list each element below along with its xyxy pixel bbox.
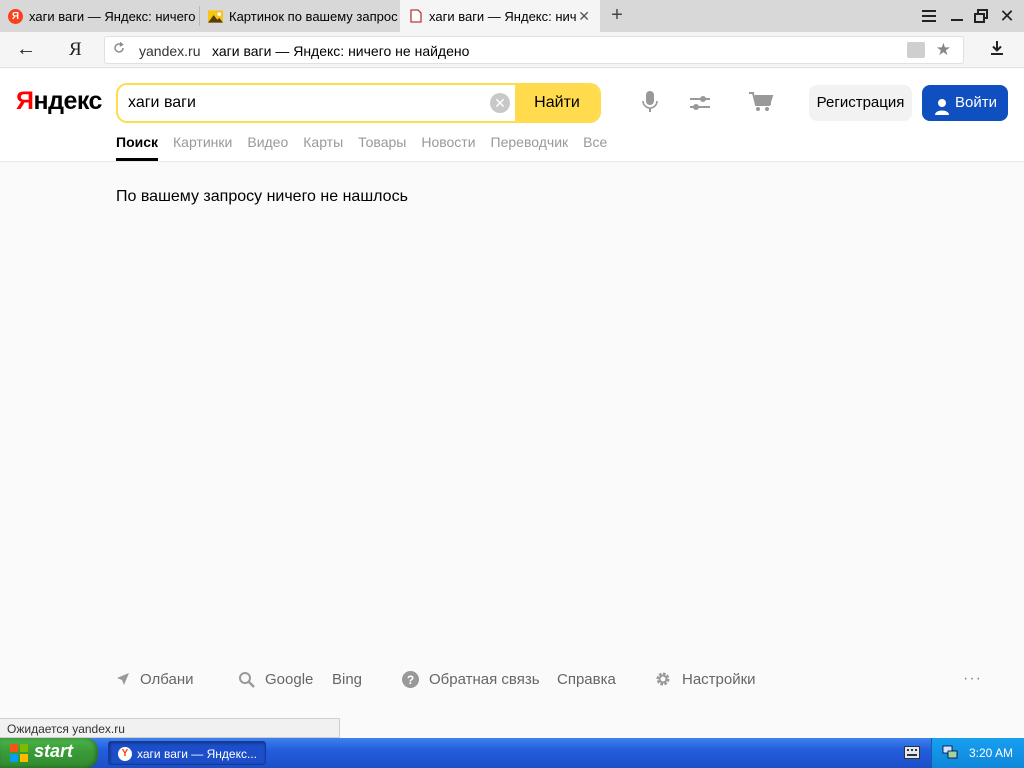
search-button[interactable]: Найти: [515, 85, 599, 121]
bookmark-star-icon[interactable]: ★: [936, 40, 951, 60]
nav-item-news[interactable]: Новости: [421, 132, 475, 161]
nav-item-products[interactable]: Товары: [358, 132, 406, 161]
new-tab-button[interactable]: +: [606, 4, 628, 26]
windows-logo-icon: [10, 744, 28, 762]
footer-help-link[interactable]: Справка: [557, 668, 616, 690]
taskbar-item-label: хаги ваги — Яндекс...: [137, 747, 257, 761]
yandex-icon: Я: [8, 8, 23, 24]
clock: 3:20 AM: [969, 746, 1014, 760]
search-icon: [239, 671, 255, 688]
close-window-icon[interactable]: ✕: [998, 7, 1016, 25]
user-icon: [934, 94, 950, 115]
footer-google-link[interactable]: Google: [238, 668, 313, 690]
footer-google-label: Google: [265, 670, 314, 688]
tab-images[interactable]: Картинок по вашему запрос: [200, 0, 398, 32]
footer: Олбани Google Bing ? Обратная связь Спра…: [116, 668, 996, 690]
search-form: ✕ Найти: [116, 83, 601, 123]
nav-item-images[interactable]: Картинки: [173, 132, 232, 161]
start-label: start: [34, 741, 74, 761]
microphone-icon[interactable]: [642, 91, 658, 113]
tab-active-search[interactable]: хаги ваги — Яндекс: нич ✕: [400, 0, 600, 32]
login-button[interactable]: Войти: [922, 85, 1008, 121]
svg-text:?: ?: [407, 673, 414, 687]
close-tab-icon[interactable]: ✕: [578, 8, 590, 25]
address-toolbar: ← Я yandex.ru хаги ваги — Яндекс: ничего…: [0, 32, 1024, 68]
page-content: Яндекс ✕ Найти Регистрация Войти Поиск К…: [0, 69, 1024, 718]
image-icon: [208, 9, 223, 24]
start-button[interactable]: start: [0, 738, 98, 768]
address-page-title: хаги ваги — Яндекс: ничего не найдено: [212, 43, 470, 59]
system-tray: 3:20 AM: [931, 738, 1024, 768]
gear-icon: [656, 672, 670, 686]
keyboard-icon[interactable]: [904, 746, 920, 759]
register-button[interactable]: Регистрация: [809, 85, 912, 121]
restore-icon[interactable]: [972, 7, 990, 25]
page-loading-icon: [408, 9, 423, 24]
clear-search-icon[interactable]: ✕: [490, 93, 510, 113]
back-arrow-icon[interactable]: ←: [16, 38, 36, 61]
yandex-home-icon[interactable]: Я: [69, 39, 82, 61]
tab-yandex-search[interactable]: Я хаги ваги — Яндекс: ничего: [0, 0, 198, 32]
search-nav: Поиск Картинки Видео Карты Товары Новост…: [116, 132, 622, 162]
browser-menu-icon[interactable]: [920, 7, 938, 25]
footer-feedback-link[interactable]: ? Обратная связь: [402, 668, 540, 690]
minimize-icon[interactable]: [948, 7, 966, 25]
location-arrow-icon: [117, 673, 129, 685]
yandex-logo[interactable]: Яндекс: [16, 87, 102, 116]
tab-title: Картинок по вашему запрос: [229, 8, 398, 24]
search-input[interactable]: [128, 91, 488, 115]
footer-settings-link[interactable]: Настройки: [654, 668, 756, 690]
search-settings-icon[interactable]: [688, 93, 712, 113]
footer-settings-label: Настройки: [682, 670, 756, 688]
nav-item-translator[interactable]: Переводчик: [491, 132, 569, 161]
footer-help-label: Справка: [557, 670, 616, 688]
footer-bing-link[interactable]: Bing: [332, 668, 362, 690]
footer-region-label: Олбани: [140, 670, 194, 688]
nav-item-video[interactable]: Видео: [247, 132, 288, 161]
footer-feedback-label: Обратная связь: [429, 670, 540, 688]
download-icon[interactable]: [990, 40, 1004, 61]
footer-bing-label: Bing: [332, 670, 363, 688]
status-bar: Ожидается yandex.ru: [0, 718, 340, 738]
nav-item-all[interactable]: Все: [583, 132, 607, 161]
tab-title: хаги ваги — Яндекс: ничего: [29, 8, 196, 24]
address-domain: yandex.ru: [139, 43, 201, 59]
reload-icon[interactable]: [113, 41, 125, 57]
yandex-browser-icon: Y: [118, 747, 132, 761]
address-bar[interactable]: yandex.ru хаги ваги — Яндекс: ничего не …: [104, 36, 964, 64]
nav-item-maps[interactable]: Карты: [303, 132, 343, 161]
footer-region-link[interactable]: Олбани: [116, 668, 194, 690]
windows-taskbar: start Y хаги ваги — Яндекс... 3:20 AM: [0, 738, 1024, 768]
network-icon[interactable]: [942, 745, 958, 760]
more-dots-icon[interactable]: ···: [963, 670, 982, 688]
cart-icon[interactable]: [748, 91, 774, 113]
tab-title: хаги ваги — Яндекс: нич: [429, 8, 577, 24]
taskbar-item-yandex[interactable]: Y хаги ваги — Яндекс...: [108, 741, 266, 765]
tab-strip: Я хаги ваги — Яндекс: ничего Картинок по…: [0, 0, 1024, 32]
reader-mode-icon[interactable]: [907, 42, 925, 58]
help-circle-icon: ?: [402, 670, 419, 688]
login-label: Войти: [955, 94, 997, 111]
no-results-message: По вашему запросу ничего не нашлось: [116, 188, 408, 205]
yandex-header: Яндекс ✕ Найти Регистрация Войти Поиск К…: [0, 69, 1024, 162]
nav-item-search[interactable]: Поиск: [116, 132, 159, 161]
